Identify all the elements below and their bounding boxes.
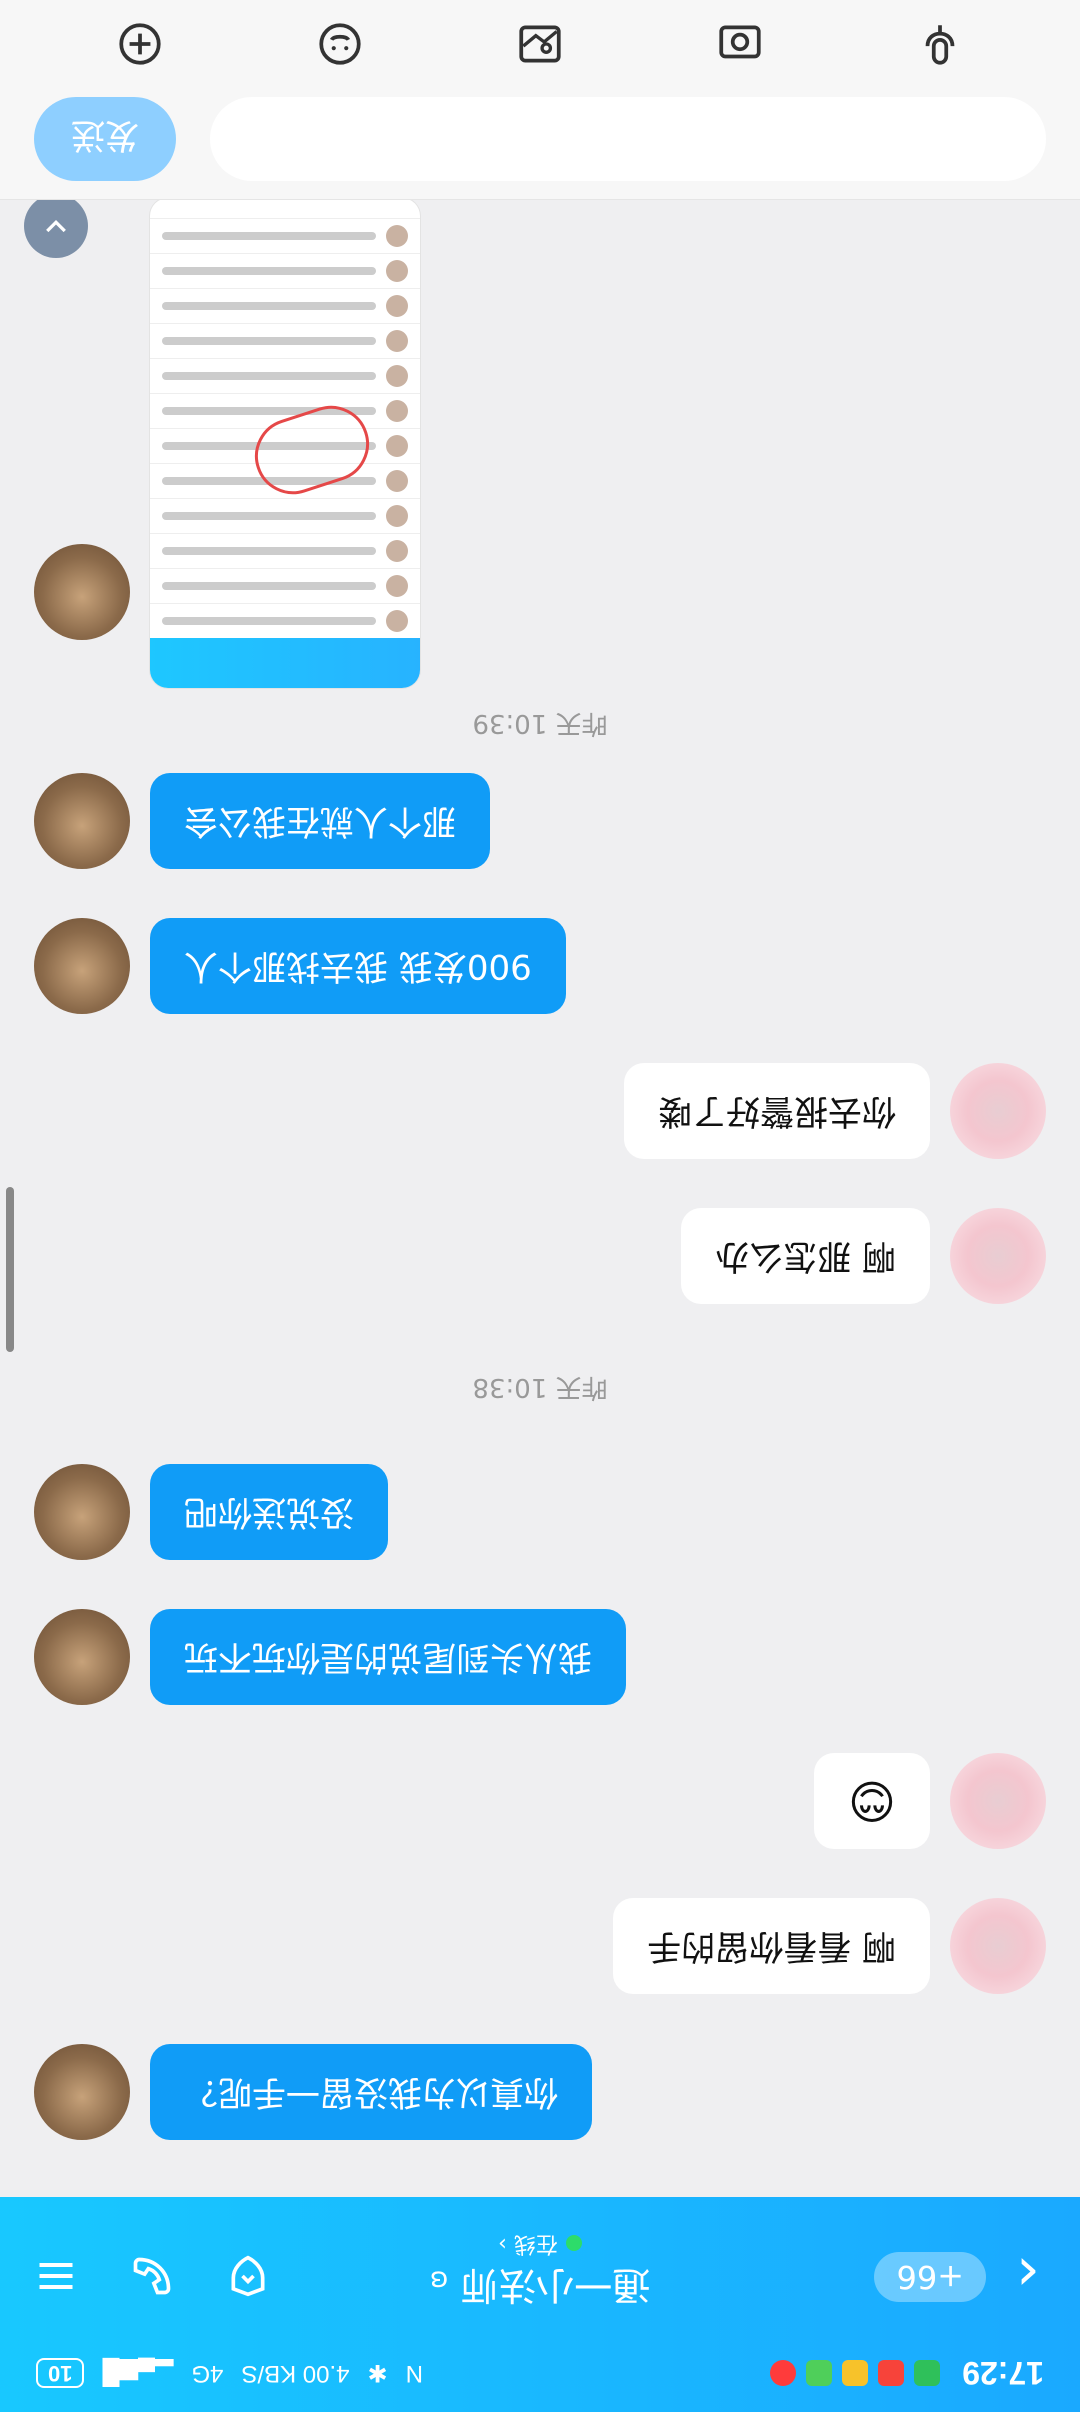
signal-type: 4G <box>191 2360 224 2387</box>
message-bubble[interactable]: 你去报警好了喽 <box>624 1063 930 1159</box>
app-notification-icon <box>878 2360 905 2386</box>
bluetooth-icon: ✱ <box>367 2359 388 2387</box>
app-notification-icon <box>842 2360 869 2386</box>
message-bubble[interactable]: 你真以为我没留一手呢？ <box>150 2044 592 2140</box>
send-button[interactable]: 发送 <box>34 97 176 181</box>
message-bubble[interactable]: 我从头到尾说的是你玩不玩 <box>150 1609 626 1705</box>
scrollbar[interactable] <box>6 1187 14 1352</box>
message-bubble[interactable]: 啊 看看你留的手 <box>613 1898 930 1994</box>
signal-icon: ▂▄▆█ <box>102 2359 174 2387</box>
image-message[interactable] <box>150 198 420 688</box>
chat-screen: 17:29 N ✱ 4.00 KB/S 4G ▂▄▆█ 10 ‹ +66 通一小… <box>0 0 1080 2412</box>
phone-icon[interactable] <box>126 2250 178 2302</box>
timestamp: 昨天 10:39 <box>472 708 608 738</box>
avatar[interactable] <box>34 1464 130 1560</box>
chevron-right-icon: › <box>498 2231 507 2256</box>
message-bubble[interactable]: 那个人就在我公会 <box>150 773 490 869</box>
avatar[interactable] <box>950 1753 1046 1849</box>
status-time: 17:29 <box>962 2355 1044 2392</box>
chevron-down-icon <box>46 219 66 233</box>
mic-icon[interactable] <box>910 14 970 74</box>
avatar[interactable] <box>34 2044 130 2140</box>
nfc-icon: N <box>405 2360 423 2387</box>
scroll-up-button[interactable] <box>24 194 88 258</box>
battery-indicator: 10 <box>36 2358 85 2388</box>
status-bar: 17:29 N ✱ 4.00 KB/S 4G ▂▄▆█ 10 <box>0 2334 1080 2412</box>
status-right: N ✱ 4.00 KB/S 4G ▂▄▆█ 10 <box>36 2358 423 2388</box>
chat-header: 17:29 N ✱ 4.00 KB/S 4G ▂▄▆█ 10 ‹ +66 通一小… <box>0 2197 1080 2412</box>
avatar[interactable] <box>34 773 130 869</box>
message-bubble[interactable]: 啊 那怎么办 <box>681 1208 930 1304</box>
image-header <box>150 638 420 688</box>
input-toolbar <box>0 9 1080 79</box>
timestamp: 昨天 10:38 <box>472 1372 608 1402</box>
app-notification-icon <box>914 2360 941 2386</box>
header-actions <box>30 2250 274 2302</box>
avatar[interactable] <box>34 544 130 640</box>
emoji-icon[interactable] <box>310 14 370 74</box>
avatar[interactable] <box>34 918 130 1014</box>
bell-off-icon: ɞ <box>429 2265 449 2298</box>
image-icon[interactable] <box>510 14 570 74</box>
contact-name: 通一小法师 <box>460 2263 651 2307</box>
shield-icon[interactable] <box>222 2250 274 2302</box>
online-status-text: 在线 <box>513 2231 558 2256</box>
avatar[interactable] <box>950 1898 1046 1994</box>
network-speed: 4.00 KB/S <box>241 2360 350 2387</box>
wechat-icon <box>806 2360 833 2386</box>
app-notification-icon <box>770 2360 797 2386</box>
message-bubble[interactable]: 没说送你吧 <box>150 1464 388 1560</box>
online-dot <box>565 2235 582 2251</box>
avatar[interactable] <box>34 1609 130 1705</box>
nav-bar: ‹ +66 通一小法师 ɞ 在线 › <box>0 2197 1080 2334</box>
plus-icon[interactable] <box>110 14 170 74</box>
camera-icon[interactable] <box>710 14 770 74</box>
menu-icon[interactable] <box>30 2250 82 2302</box>
message-input[interactable] <box>210 97 1046 181</box>
avatar[interactable] <box>950 1063 1046 1159</box>
message-bubble[interactable]: 900发我 我去找那个人 <box>150 918 566 1014</box>
avatar[interactable] <box>950 1208 1046 1304</box>
input-area: 发送 <box>0 0 1080 200</box>
message-bubble[interactable]: 😊 <box>814 1753 930 1849</box>
